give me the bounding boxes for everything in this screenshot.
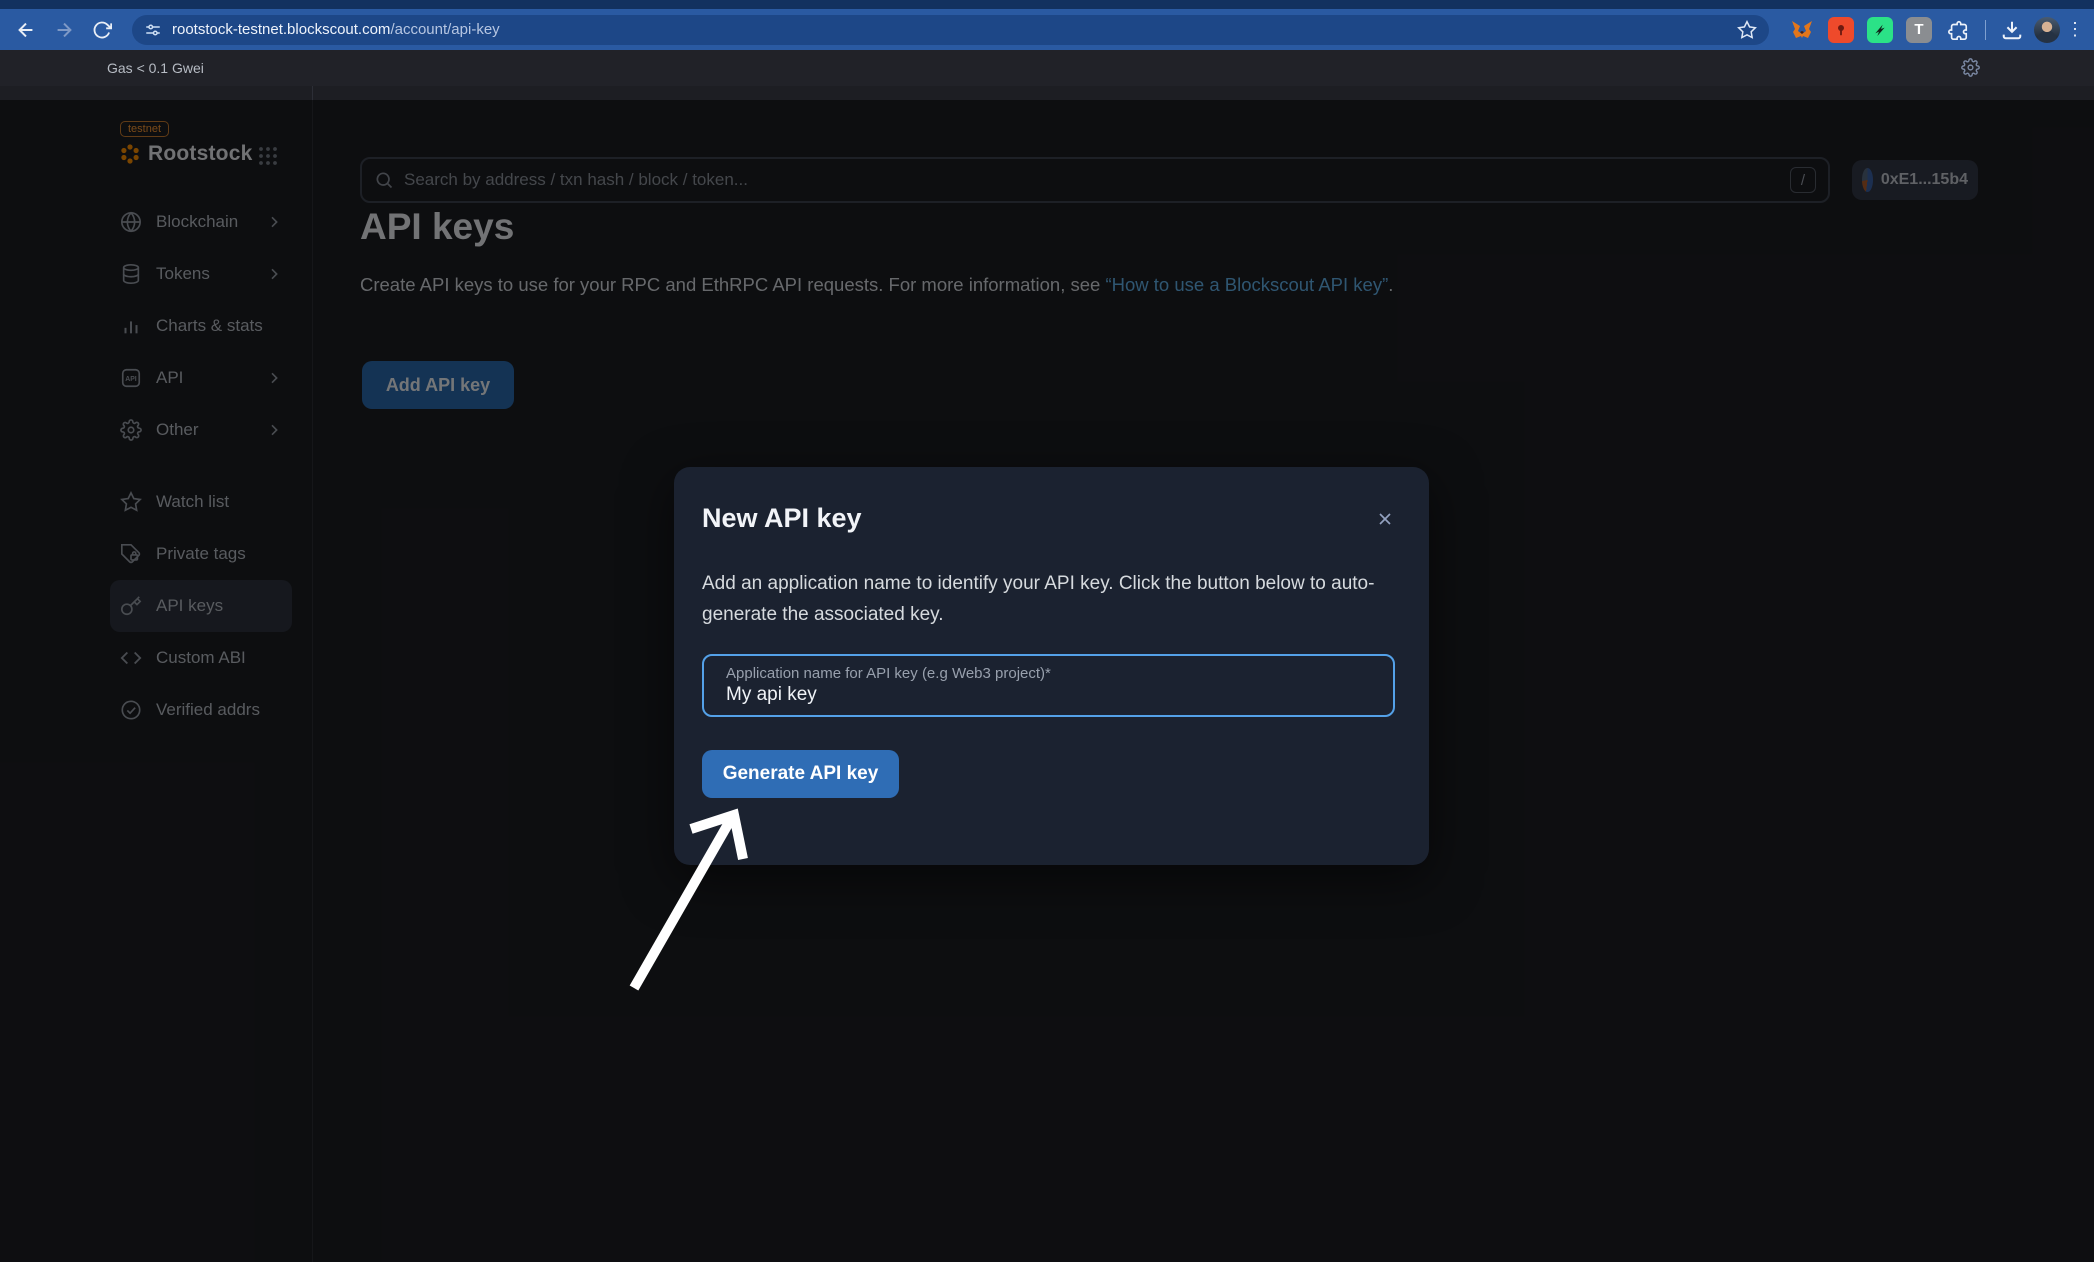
url-domain: rootstock-testnet.blockscout.com bbox=[172, 21, 390, 38]
browser-chrome: rootstock-testnet.blockscout.com/account… bbox=[0, 0, 2094, 50]
url-path: /account/api-key bbox=[390, 21, 499, 38]
screenshot-root: rootstock-testnet.blockscout.com/account… bbox=[0, 0, 2094, 1262]
t-extension-icon[interactable]: T bbox=[1906, 17, 1932, 43]
forward-button[interactable] bbox=[48, 14, 80, 46]
t-extension-label: T bbox=[1914, 21, 1923, 38]
fox-icon bbox=[1790, 18, 1814, 42]
generate-api-key-button[interactable]: Generate API key bbox=[702, 750, 899, 798]
window-top-strip bbox=[0, 0, 2094, 9]
close-icon bbox=[1375, 509, 1395, 529]
puzzle-icon bbox=[1947, 19, 1969, 41]
green-extension-icon[interactable] bbox=[1867, 17, 1893, 43]
back-button[interactable] bbox=[10, 14, 42, 46]
reload-button[interactable] bbox=[86, 14, 118, 46]
url-bar[interactable]: rootstock-testnet.blockscout.com/account… bbox=[132, 15, 1769, 45]
new-api-key-modal: New API key Add an application name to i… bbox=[674, 467, 1429, 865]
metamask-extension-icon[interactable] bbox=[1789, 17, 1815, 43]
gear-icon bbox=[1961, 58, 1980, 77]
keyhole-icon bbox=[1833, 22, 1849, 38]
site-settings-icon bbox=[144, 21, 162, 39]
modal-close-button[interactable] bbox=[1373, 507, 1397, 531]
modal-description: Add an application name to identify your… bbox=[702, 568, 1392, 630]
modal-title: New API key bbox=[702, 503, 862, 534]
application-name-label: Application name for API key (e.g Web3 p… bbox=[726, 665, 1051, 682]
application-name-field[interactable]: Application name for API key (e.g Web3 p… bbox=[702, 654, 1395, 717]
extension-area: T bbox=[1785, 17, 1975, 43]
toolbar-separator bbox=[1985, 20, 1986, 40]
lightning-icon bbox=[1872, 22, 1888, 38]
extensions-puzzle-button[interactable] bbox=[1945, 17, 1971, 43]
back-arrow-icon bbox=[15, 19, 37, 41]
site-topbar: Gas < 0.1 Gwei bbox=[0, 50, 2094, 86]
browser-profile-avatar[interactable] bbox=[2034, 17, 2060, 43]
red-extension-icon[interactable] bbox=[1828, 17, 1854, 43]
gas-tracker-label: Gas < 0.1 Gwei bbox=[107, 60, 204, 76]
url-text: rootstock-testnet.blockscout.com/account… bbox=[172, 21, 500, 38]
application-name-input[interactable] bbox=[726, 684, 1366, 706]
forward-arrow-icon bbox=[53, 19, 75, 41]
bookmark-star-icon[interactable] bbox=[1737, 20, 1757, 40]
downloads-button[interactable] bbox=[1996, 14, 2028, 46]
browser-menu-button[interactable]: ⋮ bbox=[2066, 19, 2084, 40]
reload-icon bbox=[92, 20, 112, 40]
download-icon bbox=[2001, 19, 2023, 41]
settings-button[interactable] bbox=[1961, 58, 1980, 77]
